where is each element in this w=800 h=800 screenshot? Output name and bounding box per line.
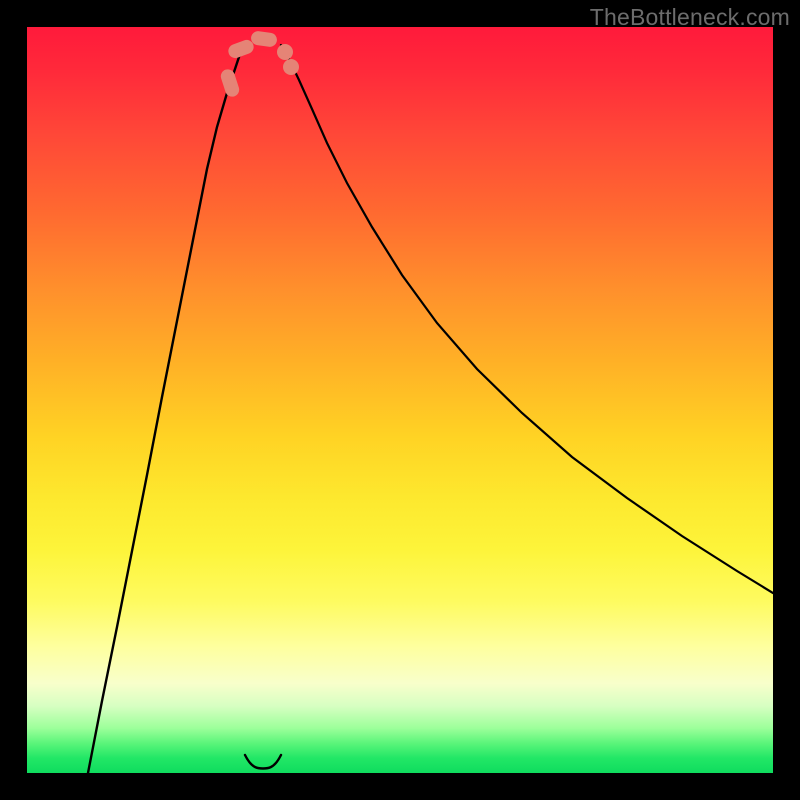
data-marker <box>283 59 299 75</box>
data-marker <box>277 44 293 60</box>
plot-area <box>27 27 773 773</box>
bottleneck-curve-left <box>88 45 245 773</box>
watermark-text: TheBottleneck.com <box>590 4 790 31</box>
data-marker <box>219 68 241 99</box>
data-marker <box>226 38 255 60</box>
bottleneck-curve-valley <box>245 755 281 769</box>
bottleneck-curve-right <box>281 45 773 593</box>
curve-svg <box>27 27 773 773</box>
chart-frame: TheBottleneck.com <box>0 0 800 800</box>
data-markers <box>219 30 299 98</box>
data-marker <box>250 30 278 47</box>
